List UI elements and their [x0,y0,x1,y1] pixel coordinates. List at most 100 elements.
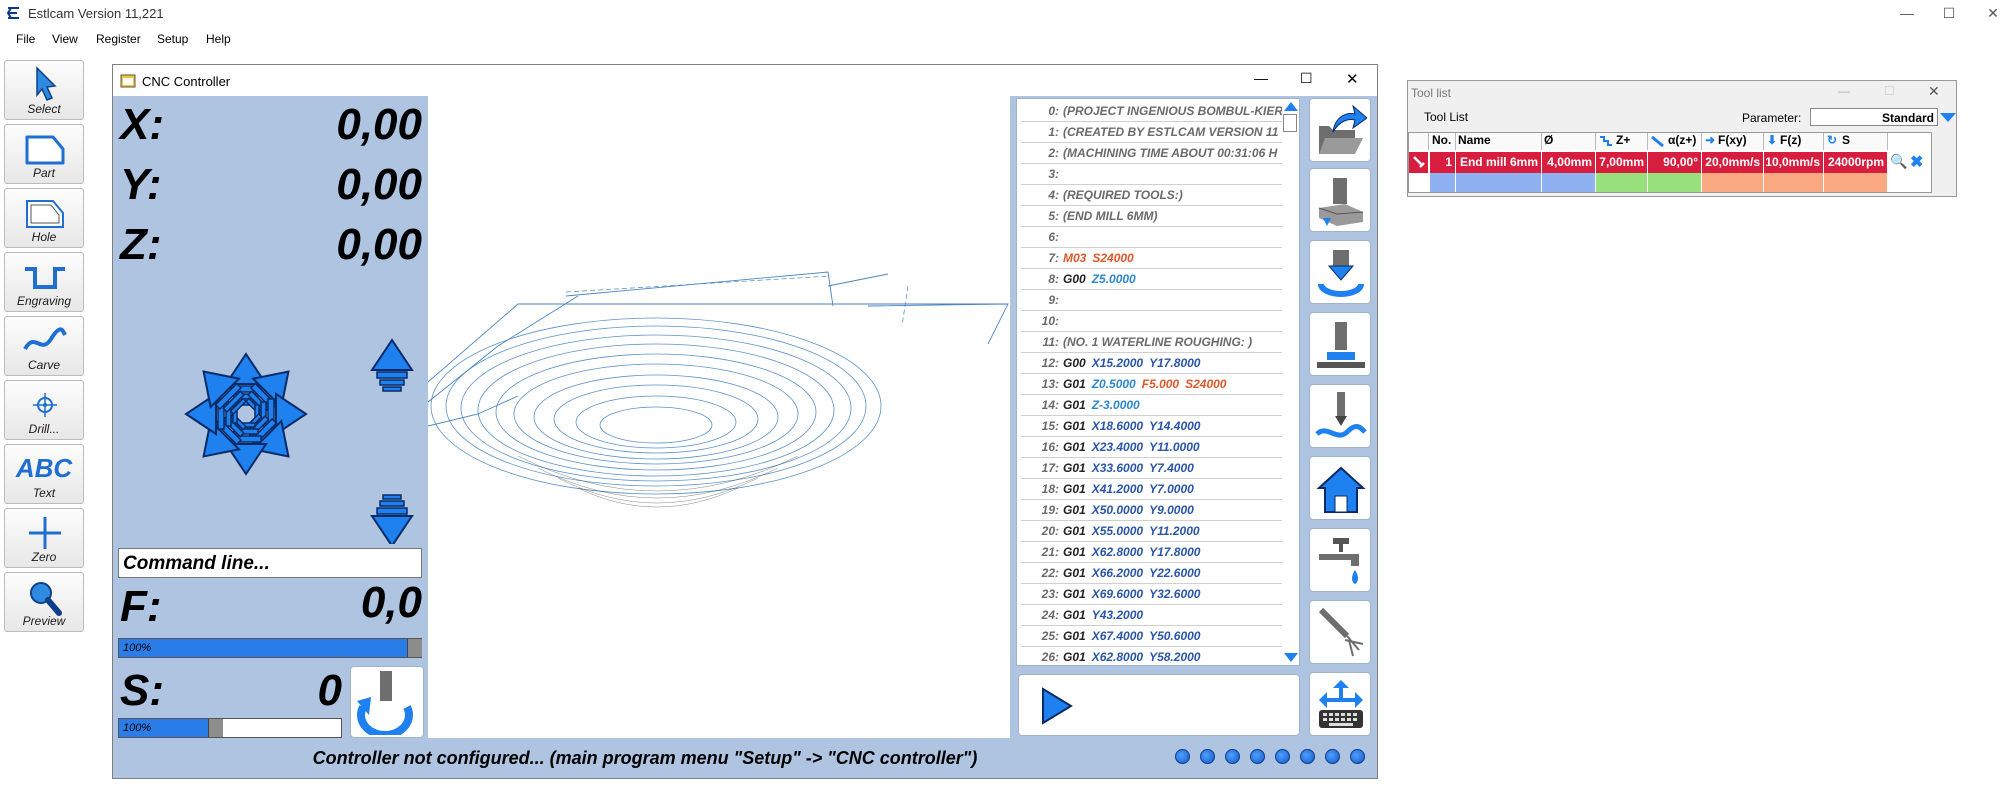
parameter-dropdown-icon[interactable] [1940,113,1956,122]
tool-delete-icon[interactable]: ✖ [1910,152,1928,171]
scroll-down-arrow-icon[interactable] [1284,653,1298,662]
empty-row-fxy[interactable] [1702,173,1764,192]
home-button[interactable] [1309,456,1371,520]
minimize-button[interactable]: — [1884,0,1930,26]
gcode-line[interactable]: 1: (CREATED BY ESTLCAM VERSION 11 [1021,122,1283,143]
gcode-line[interactable]: 12: G00 X15.2000 Y17.8000 [1021,353,1283,374]
menu-setup[interactable]: Setup [157,32,188,46]
tool-list-minimize-button[interactable]: — [1838,84,1850,98]
gcode-line[interactable]: 6: [1021,227,1283,248]
gcode-line[interactable]: 21: G01 X62.8000 Y17.8000 [1021,542,1283,563]
spindle-override-slider[interactable]: 100% [118,718,342,738]
tool-list-close-button[interactable]: ✕ [1928,83,1940,100]
gcode-line[interactable]: 17: G01 X33.6000 Y7.4000 [1021,458,1283,479]
empty-row-fz[interactable] [1764,173,1824,192]
empty-row-angle[interactable] [1648,173,1702,192]
gcode-line[interactable]: 20: G01 X55.0000 Y11.2000 [1021,521,1283,542]
jog-z-plus-button[interactable] [371,339,413,392]
jog-keyboard-button[interactable] [1309,672,1371,736]
tool-row-no[interactable]: 1 [1430,152,1456,173]
feed-override-slider[interactable]: 100% [118,638,422,658]
tool-table-header-fz[interactable]: ⬇ F(z) [1764,133,1824,150]
gcode-line[interactable]: 7: M03 S24000 [1021,248,1283,269]
tool-table-header-speed[interactable]: ↻ S [1824,133,1888,150]
gcode-line[interactable]: 22: G01 X66.2000 Y22.6000 [1021,563,1283,584]
tool-search-icon[interactable]: 🔍 [1890,153,1908,171]
menu-file[interactable]: File [16,32,35,46]
gcode-line[interactable]: 13: G01 Z0.5000 F5.000 S24000 [1021,374,1283,395]
command-line-input[interactable]: Command line... [118,548,422,578]
zero-button[interactable]: Zero [4,508,84,568]
tool-row-diameter[interactable]: 4,00mm [1542,152,1596,173]
tool-table-header-name[interactable]: Name [1456,133,1542,150]
tool-row-name[interactable]: End mill 6mm [1456,152,1542,173]
gcode-line[interactable]: 9: [1021,290,1283,311]
tool-row-zplus[interactable]: 7,00mm [1596,152,1648,173]
scroll-thumb[interactable] [1283,114,1297,132]
part-button[interactable]: Part [4,124,84,184]
tool-row-speed[interactable]: 24000rpm [1824,152,1888,173]
drill-button[interactable]: Drill... [4,380,84,440]
gcode-line[interactable]: 4: (REQUIRED TOOLS:) [1021,185,1283,206]
hole-button[interactable]: Hole [4,188,84,248]
spindle-toggle-button[interactable] [350,666,424,739]
tool-row-fxy[interactable]: 20,0mm/s [1702,152,1764,173]
tool-list-maximize-button[interactable]: ☐ [1884,84,1895,98]
air-blast-button[interactable] [1309,600,1371,664]
gcode-scrollbar[interactable] [1282,100,1298,664]
feed-override-thumb[interactable] [407,639,422,657]
carve-button[interactable]: Carve [4,316,84,376]
gcode-line[interactable]: 10: [1021,311,1283,332]
engraving-button[interactable]: Engraving [4,252,84,312]
menu-help[interactable]: Help [206,32,231,46]
gcode-line[interactable]: 3: [1021,164,1283,185]
gcode-line[interactable]: 19: G01 X50.0000 Y9.0000 [1021,500,1283,521]
gcode-line[interactable]: 18: G01 X41.2000 Y7.0000 [1021,479,1283,500]
cnc-close-button[interactable]: ✕ [1346,70,1359,88]
close-button[interactable]: ✕ [1970,0,2016,26]
text-button[interactable]: ABC Text [4,444,84,504]
cnc-maximize-button[interactable]: ☐ [1300,70,1313,87]
gcode-line[interactable]: 15: G01 X18.6000 Y14.4000 [1021,416,1283,437]
select-button[interactable]: Select [4,60,84,120]
tool-table-header-zplus[interactable]: Z+ [1596,133,1648,150]
mill-workpiece-button[interactable] [1309,168,1371,232]
tool-table-header-no[interactable]: No. [1430,133,1456,150]
gcode-line[interactable]: 2: (MACHINING TIME ABOUT 00:31:06 H [1021,143,1283,164]
parameter-select[interactable]: Standard [1810,108,1938,126]
gcode-line[interactable]: 14: G01 Z-3.0000 [1021,395,1283,416]
coolant-button[interactable] [1309,528,1371,592]
gcode-line[interactable]: 25: G01 X67.4000 Y50.6000 [1021,626,1283,647]
tool-row-angle[interactable]: 90,00° [1648,152,1702,173]
gcode-list[interactable]: 0: (PROJECT INGENIOUS BOMBUL-KIERRE 1: (CRE… [1016,98,1300,666]
menu-register[interactable]: Register [96,32,141,46]
gcode-line[interactable]: 24: G01 Y43.2000 [1021,605,1283,626]
gcode-line[interactable]: 16: G01 X23.4000 Y11.0000 [1021,437,1283,458]
gcode-line[interactable]: 5: (END MILL 6MM) [1021,206,1283,227]
gcode-line[interactable]: 0: (PROJECT INGENIOUS BOMBUL-KIERRE [1021,101,1283,122]
gcode-line[interactable]: 26: G01 X62.8000 Y58.2000 [1021,647,1283,665]
empty-row-speed[interactable] [1824,173,1888,192]
empty-row-diameter[interactable] [1542,173,1596,192]
tool-table-header-diameter[interactable]: Ø [1542,133,1596,150]
cnc-minimize-button[interactable]: — [1254,70,1268,86]
gcode-line[interactable]: 23: G01 X69.6000 Y32.6000 [1021,584,1283,605]
empty-row-no[interactable] [1430,173,1456,192]
tool-table-header-fxy[interactable]: ➜ F(xy) [1702,133,1764,150]
jog-z-minus-button[interactable] [371,494,413,544]
empty-row-name[interactable] [1456,173,1542,192]
start-program-button[interactable] [1018,674,1300,736]
gcode-line[interactable]: 11: (NO. 1 WATERLINE ROUGHING: ) [1021,332,1283,353]
empty-row-zplus[interactable] [1596,173,1648,192]
open-file-button[interactable] [1309,98,1371,162]
tool-row-fz[interactable]: 10,0mm/s [1764,152,1824,173]
set-zero-height-button[interactable] [1309,312,1371,376]
surface-probe-button[interactable] [1309,384,1371,448]
scroll-up-arrow-icon[interactable] [1284,102,1298,111]
tool-table-header-angle[interactable]: α(z+) [1648,133,1702,150]
preview-button[interactable]: Preview [4,572,84,632]
menu-view[interactable]: View [52,32,78,46]
probe-tool-length-button[interactable] [1309,240,1371,304]
gcode-line[interactable]: 8: G00 Z5.0000 [1021,269,1283,290]
spindle-override-thumb[interactable] [208,719,223,737]
